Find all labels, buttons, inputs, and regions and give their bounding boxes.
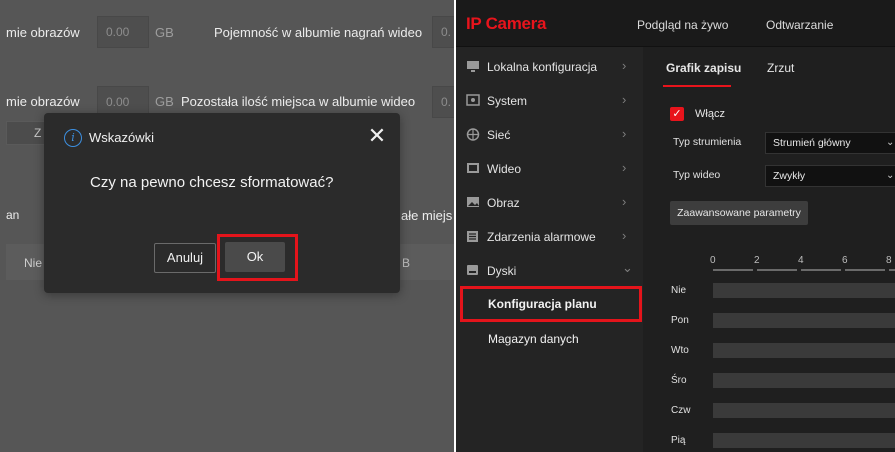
- tab-capture[interactable]: Zrzut: [767, 61, 794, 75]
- image-icon: [467, 197, 479, 207]
- chevron-down-icon: ⌄: [886, 170, 895, 181]
- alarm-icon: [467, 231, 478, 242]
- sidebar-item-label: Sieć: [487, 128, 511, 142]
- tick-label: 2: [754, 255, 760, 266]
- sidebar-item-image[interactable]: Obraz ›: [456, 186, 643, 220]
- video-type-value: Zwykły: [773, 170, 806, 182]
- timeline-scale-segment: [757, 269, 797, 271]
- stream-type-label: Typ strumienia: [673, 136, 742, 148]
- chevron-right-icon: ›: [622, 58, 627, 73]
- info-icon: i: [64, 129, 82, 147]
- dialog-message: Czy na pewno chcesz sformatować?: [90, 174, 334, 191]
- main-content: Grafik zapisu Zrzut ✓ Włącz Typ strumien…: [643, 47, 895, 452]
- right-panel: IP Camera Podgląd na żywo Odtwarzanie Lo…: [456, 0, 895, 452]
- chevron-right-icon: ›: [622, 160, 627, 175]
- unit-gb: GB: [155, 25, 174, 40]
- tick-label: 4: [798, 255, 804, 266]
- format-button-bg-label: Z: [34, 126, 42, 140]
- image-album-remaining-label: mie obrazów: [6, 94, 80, 109]
- day-label: Czw: [671, 405, 691, 416]
- timeline-scale-segment: [845, 269, 885, 271]
- chevron-right-icon: ›: [622, 194, 627, 209]
- sidebar-item-video[interactable]: Wideo ›: [456, 152, 643, 186]
- brand-logo: IP Camera: [466, 14, 547, 33]
- network-icon: [466, 128, 480, 141]
- timeline-scale-segment: [713, 269, 753, 271]
- sidebar-item-local-config[interactable]: Lokalna konfiguracja ›: [456, 50, 643, 84]
- system-icon: [466, 94, 480, 106]
- day-label: Pią: [671, 435, 686, 446]
- video-type-label: Typ wideo: [673, 169, 721, 181]
- schedule-row-wednesday[interactable]: [713, 373, 895, 388]
- tab-record-schedule[interactable]: Grafik zapisu: [666, 61, 741, 75]
- sidebar-item-label: Obraz: [487, 196, 520, 210]
- sidebar-item-label: System: [487, 94, 528, 108]
- schedule-row-sunday[interactable]: [713, 283, 895, 298]
- sidebar-item-disks[interactable]: Dyski ⌄: [456, 254, 643, 288]
- timeline-scale-segment: [889, 269, 895, 271]
- tick-label: 0: [710, 255, 716, 266]
- chevron-down-icon: ⌄: [886, 137, 895, 148]
- schedule-row-tuesday[interactable]: [713, 343, 895, 358]
- bg-text-an: an: [6, 208, 20, 222]
- video-album-capacity-label: Pojemność w albumie nagrań wideo: [214, 25, 423, 40]
- video-type-select[interactable]: Zwykły ⌄: [765, 165, 895, 187]
- sidebar-item-system[interactable]: System ›: [456, 84, 643, 118]
- bg-text-nie: Nie: [24, 256, 43, 270]
- nav-live-view[interactable]: Podgląd na żywo: [637, 18, 728, 32]
- bg-text-b: B: [402, 256, 411, 270]
- enable-checkbox[interactable]: ✓: [670, 107, 684, 121]
- video-icon: [467, 163, 479, 173]
- video-album-capacity-value: 0.: [432, 16, 454, 48]
- chevron-right-icon: ›: [622, 126, 627, 141]
- chevron-right-icon: ›: [622, 92, 627, 107]
- video-album-remaining-value: 0.: [432, 86, 454, 118]
- day-label: Śro: [671, 375, 687, 386]
- left-panel: mie obrazów 0.00 GB Pojemność w albumie …: [0, 0, 454, 452]
- monitor-icon: [467, 61, 479, 72]
- sidebar-item-label: Lokalna konfiguracja: [487, 60, 598, 74]
- image-album-capacity-label: mie obrazów: [6, 25, 80, 40]
- sidebar-item-label: Wideo: [487, 162, 522, 176]
- ok-button-highlight: [217, 234, 298, 281]
- schedule-config-highlight: [460, 286, 642, 322]
- chevron-down-icon: ⌄: [622, 260, 633, 275]
- sidebar-item-alarm-events[interactable]: Zdarzenia alarmowe ›: [456, 220, 643, 254]
- active-tab-indicator: [663, 85, 731, 87]
- sidebar-subitem-data-storage[interactable]: Magazyn danych: [456, 324, 643, 354]
- cancel-button[interactable]: Anuluj: [154, 243, 216, 273]
- sidebar: Lokalna konfiguracja › System › Sieć › W…: [456, 47, 643, 452]
- stream-type-value: Strumień główny: [773, 137, 851, 149]
- top-bar: IP Camera Podgląd na żywo Odtwarzanie: [456, 0, 895, 47]
- day-label: Pon: [671, 315, 689, 326]
- tick-label: 8: [886, 255, 892, 266]
- enable-label: Włącz: [695, 108, 725, 120]
- advanced-parameters-button[interactable]: Zaawansowane parametry: [670, 201, 808, 225]
- sidebar-item-network[interactable]: Sieć ›: [456, 118, 643, 152]
- bg-text-remaining: ałe miejs: [401, 208, 453, 223]
- disk-icon: [467, 265, 478, 275]
- sidebar-item-label: Dyski: [487, 264, 517, 278]
- chevron-right-icon: ›: [622, 228, 627, 243]
- dialog-title: Wskazówki: [89, 130, 155, 145]
- schedule-row-friday[interactable]: [713, 433, 895, 448]
- day-label: Nie: [671, 285, 687, 296]
- close-icon[interactable]: ✕: [366, 125, 388, 147]
- day-label: Wto: [671, 345, 689, 356]
- tick-label: 6: [842, 255, 848, 266]
- sidebar-subitem-label: Magazyn danych: [488, 332, 579, 346]
- sidebar-item-label: Zdarzenia alarmowe: [487, 230, 596, 244]
- video-album-remaining-label: Pozostała ilość miejsca w albumie wideo: [181, 94, 416, 109]
- image-album-capacity-value: 0.00: [97, 16, 149, 48]
- schedule-row-monday[interactable]: [713, 313, 895, 328]
- nav-playback[interactable]: Odtwarzanie: [766, 18, 833, 32]
- stream-type-select[interactable]: Strumień główny ⌄: [765, 132, 895, 154]
- schedule-row-thursday[interactable]: [713, 403, 895, 418]
- unit-gb-2: GB: [155, 94, 174, 109]
- timeline-scale-segment: [801, 269, 841, 271]
